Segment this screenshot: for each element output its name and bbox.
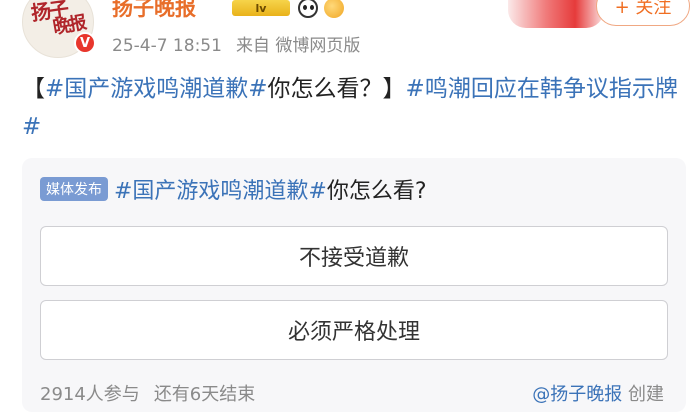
time-remaining: 还有6天结束 (153, 384, 256, 405)
creator-link[interactable]: @扬子晚报 (532, 384, 622, 405)
poll-option[interactable]: 必须严格处理 (40, 300, 668, 360)
poll-footer: 2914人参与 还有6天结束 (40, 380, 255, 406)
poll-question-text: 你怎么看? (326, 179, 427, 204)
poll-creator: @扬子晚报 创建 (532, 380, 664, 406)
username[interactable]: 扬子晚报 (112, 0, 196, 22)
post-header: 扬子 晚报 V 扬子晚报 lv 25-4-7 18:51 来自 微博网页版 + 关… (0, 0, 700, 62)
post-meta: 25-4-7 18:51 来自 微博网页版 (112, 31, 360, 56)
post-source: 来自 微博网页版 (235, 36, 361, 56)
timestamp: 25-4-7 18:51 (112, 36, 222, 56)
poll-question: #国产游戏鸣潮道歉#你怎么看? (114, 173, 427, 205)
gold-emoji-icon (324, 0, 344, 18)
creator-suffix: 创建 (628, 384, 664, 405)
level-badge-icon: lv (232, 0, 290, 16)
participant-count: 2914人参与 (40, 384, 140, 405)
poll-option[interactable]: 不接受道歉 (40, 226, 668, 286)
header-decoration-image (508, 0, 604, 28)
hashtag-link[interactable]: #国产游戏鸣潮道歉# (45, 76, 268, 102)
poll-header: 媒体发布 #国产游戏鸣潮道歉#你怎么看? (40, 174, 427, 204)
verified-v-icon: V (74, 32, 96, 54)
poll-hashtag-link[interactable]: #国产游戏鸣潮道歉# (114, 179, 327, 204)
post-text-body: 你怎么看？】 (267, 76, 406, 102)
media-badge: 媒体发布 (40, 177, 108, 201)
panda-icon (298, 0, 318, 18)
post-text: 【#国产游戏鸣潮道歉#你怎么看？】#鸣潮回应在韩争议指示牌# (22, 70, 682, 146)
bracket-open: 【 (22, 76, 45, 102)
poll-card: 媒体发布 #国产游戏鸣潮道歉#你怎么看? 不接受道歉 必须严格处理 2914人参… (22, 158, 686, 412)
level-badge-label: lv (255, 1, 267, 15)
follow-button[interactable]: + 关注 (596, 0, 690, 26)
